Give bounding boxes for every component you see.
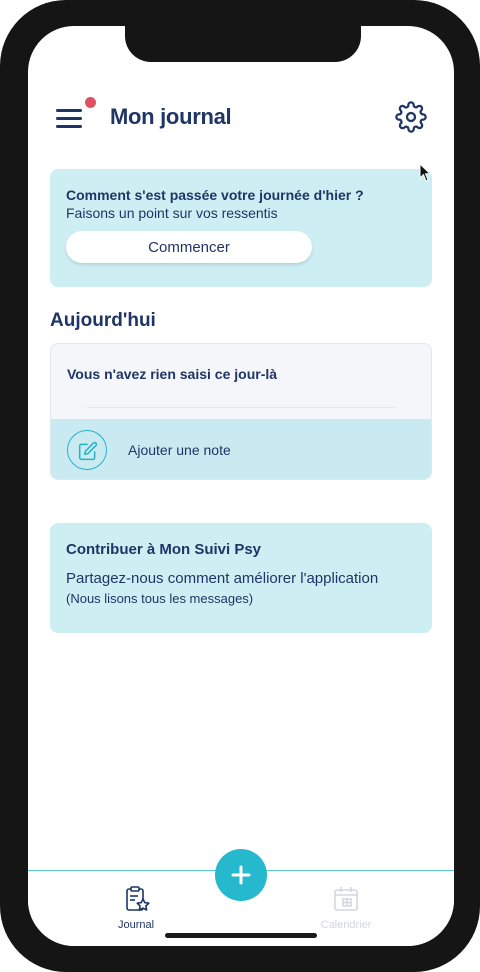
feedback-text-main: Partagez-nous comment améliorer l'applic… — [66, 570, 379, 587]
calendar-icon — [334, 887, 358, 911]
add-note-button[interactable]: Ajouter une note — [51, 419, 431, 479]
feedback-text-note: (Nous lisons tous les messages) — [66, 591, 254, 606]
page-title: Mon journal — [110, 104, 232, 129]
clipboard-star-icon — [126, 886, 150, 911]
survey-subtitle: Faisons un point sur vos ressentis — [66, 205, 278, 221]
feedback-title: Contribuer à Mon Suivi Psy — [66, 541, 262, 558]
device-notch — [125, 26, 361, 62]
notification-dot — [85, 97, 96, 108]
start-button[interactable]: Commencer — [66, 231, 312, 263]
phone-frame: Mon journal Comment s'est passée votre j… — [0, 0, 480, 972]
hamburger-line — [56, 125, 82, 128]
empty-day-message: Vous n'avez rien saisi ce jour-là — [67, 366, 278, 382]
menu-button[interactable] — [56, 106, 84, 130]
divider — [87, 407, 395, 408]
feedback-card[interactable]: Contribuer à Mon Suivi Psy Partagez-nous… — [50, 523, 432, 633]
hamburger-line — [56, 117, 82, 120]
edit-note-icon — [78, 441, 98, 461]
gear-icon — [395, 101, 427, 133]
hamburger-line — [56, 109, 82, 112]
mouse-cursor-icon — [419, 163, 431, 182]
survey-question: Comment s'est passée votre journée d'hie… — [66, 187, 364, 203]
add-note-label: Ajouter une note — [128, 442, 231, 458]
tab-journal[interactable]: Journal — [96, 885, 176, 935]
tab-calendar[interactable]: Calendrier — [306, 885, 386, 935]
home-indicator — [165, 933, 317, 938]
feedback-text: Partagez-nous comment améliorer l'applic… — [66, 569, 416, 609]
tab-label-calendar: Calendrier — [320, 919, 372, 931]
settings-button[interactable] — [395, 101, 427, 133]
plus-icon — [231, 865, 251, 885]
app-screen: Mon journal Comment s'est passée votre j… — [28, 26, 454, 946]
today-card: Vous n'avez rien saisi ce jour-là Ajoute… — [50, 343, 432, 480]
add-entry-fab[interactable] — [215, 849, 267, 901]
daily-survey-card: Comment s'est passée votre journée d'hie… — [50, 169, 432, 287]
tab-label-journal: Journal — [117, 919, 155, 931]
today-heading: Aujourd'hui — [50, 310, 156, 331]
note-icon-circle — [67, 430, 107, 470]
